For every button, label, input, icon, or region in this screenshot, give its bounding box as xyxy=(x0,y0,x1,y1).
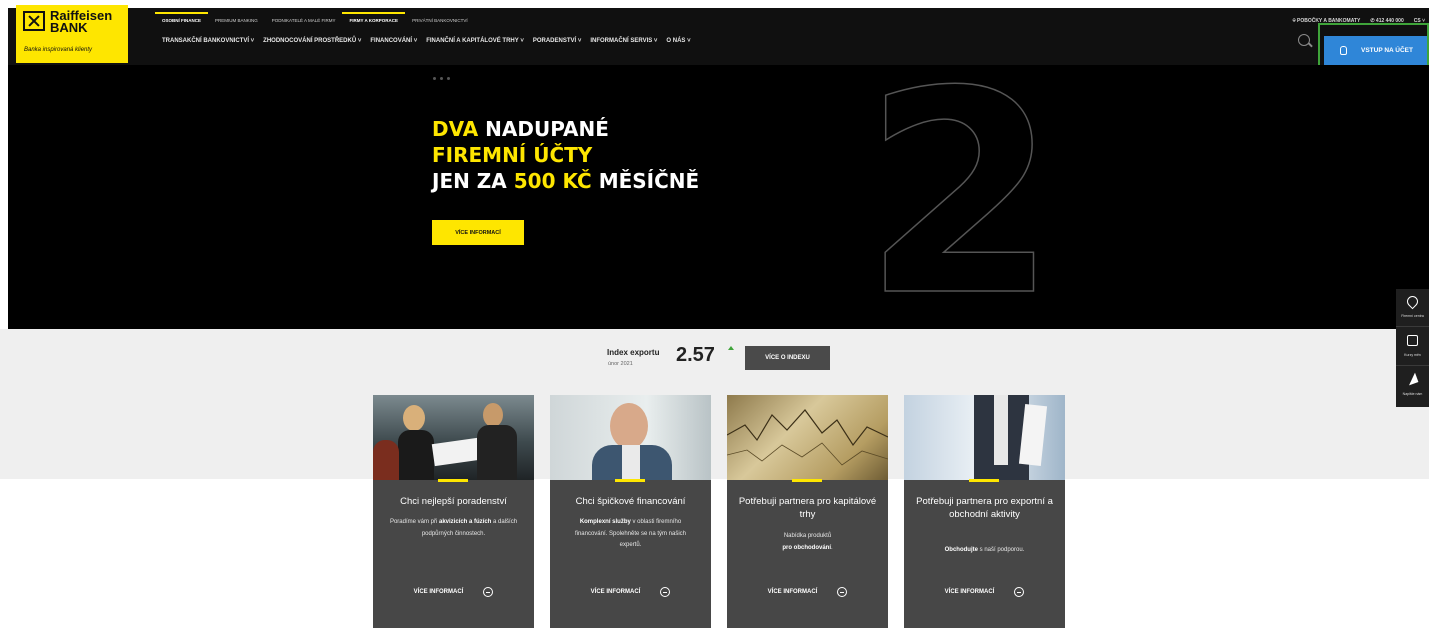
card-more-info-link[interactable]: VÍCE INFORMACÍ xyxy=(904,587,1065,597)
card-cta-label: VÍCE INFORMACÍ xyxy=(944,589,995,595)
card-accent-bar xyxy=(615,479,645,482)
card-cta-label: VÍCE INFORMACÍ xyxy=(767,589,818,595)
card-title: Potřebuji partnera pro kapitálové trhy xyxy=(738,496,877,520)
branches-link[interactable]: ⌾ POBOČKY A BANKOMATY xyxy=(1293,18,1361,24)
trend-up-icon xyxy=(728,346,734,350)
arrow-right-circle-icon xyxy=(837,587,848,597)
index-date: únor 2021 xyxy=(608,361,633,367)
main-nav-advisory[interactable]: PORADENSTVÍ ˅ xyxy=(533,38,582,44)
hero-line-accounts: FIREMNÍ ÚČTY xyxy=(432,143,593,167)
language-selector[interactable]: CS ˅ xyxy=(1414,18,1425,24)
top-nav-personal[interactable]: OSOBNÍ FINANCE xyxy=(155,12,209,27)
hero-numeral: 2 xyxy=(862,65,1058,329)
hero-more-info-button[interactable]: VÍCE INFORMACÍ xyxy=(432,220,524,245)
index-more-button[interactable]: VÍCE O INDEXU xyxy=(745,346,830,370)
card-title: Potřebuji partnera pro exportní a obchod… xyxy=(916,496,1053,520)
side-link-branches[interactable]: Firemní centra xyxy=(1396,289,1429,327)
hero-price: 500 KČ xyxy=(513,169,592,193)
side-link-label: Firemní centra xyxy=(1401,314,1424,318)
login-button[interactable]: VSTUP NA ÚČET xyxy=(1324,36,1429,65)
logo-tagline: Banka inspirovaná klienty xyxy=(24,47,93,53)
card-more-info-link[interactable]: VÍCE INFORMACÍ xyxy=(550,587,711,597)
card-more-info-link[interactable]: VÍCE INFORMACÍ xyxy=(727,587,888,597)
stock-chart-icon xyxy=(727,409,888,466)
hero-banner: 2 DVA NADUPANÉ FIREMNÍ ÚČTY JEN ZA 500 K… xyxy=(8,65,1429,329)
side-link-rates[interactable]: Kurzy měn xyxy=(1396,328,1429,366)
side-quick-links: Firemní centra Kurzy měn Napište nám xyxy=(1396,289,1429,407)
arrow-right-circle-icon xyxy=(660,587,671,597)
index-label: Index exportu xyxy=(607,348,660,357)
card-advisory[interactable]: Chci nejlepší poradenství Poradíme vám p… xyxy=(373,395,534,628)
hero-word-jen-za: JEN ZA xyxy=(432,169,514,193)
arrow-right-circle-icon xyxy=(483,587,494,597)
utility-bar: ⌾ POBOČKY A BANKOMATY ✆ 412 440 000 CS ˅ xyxy=(1293,18,1425,24)
card-title: Chci špičkové financování xyxy=(575,496,686,507)
logo-wordmark: Raiffeisen BANK xyxy=(50,9,112,35)
hero-word-nadupane: NADUPANÉ xyxy=(478,117,609,141)
main-nav-investment[interactable]: ZHODNOCOVÁNÍ PROSTŘEDKŮ ˅ xyxy=(263,38,361,44)
card-accent-bar xyxy=(969,479,999,482)
send-icon xyxy=(1405,372,1419,386)
hero-headline: DVA NADUPANÉ FIREMNÍ ÚČTY JEN ZA 500 KČ … xyxy=(432,116,699,194)
card-financing[interactable]: Chci špičkové financování Komplexní služ… xyxy=(550,395,711,628)
phone-link[interactable]: ✆ 412 440 000 xyxy=(1370,18,1403,24)
main-nav-transaction[interactable]: TRANSAKČNÍ BANKOVNICTVÍ ˅ xyxy=(162,38,254,44)
card-title: Chci nejlepší poradenství xyxy=(400,496,507,507)
branches-label: POBOČKY A BANKOMATY xyxy=(1296,18,1361,24)
main-nav-about[interactable]: O NÁS ˅ xyxy=(666,38,690,44)
arrow-right-circle-icon xyxy=(1014,587,1025,597)
hero-word-dva: DVA xyxy=(432,117,479,141)
card-cta-label: VÍCE INFORMACÍ xyxy=(413,589,464,595)
card-image-businessman xyxy=(550,395,711,480)
card-image-stock-chart xyxy=(727,395,888,480)
card-image-business-suit xyxy=(904,395,1065,480)
top-nav-private[interactable]: PRIVÁTNÍ BANKOVNICTVÍ xyxy=(405,12,475,27)
card-description: Poradíme vám při akvizicích a fúzích a d… xyxy=(389,519,518,537)
card-capital-markets[interactable]: Potřebuji partnera pro kapitálové trhy N… xyxy=(727,395,888,628)
side-link-contact[interactable]: Napište nám xyxy=(1396,367,1429,405)
top-nav: OSOBNÍ FINANCE PREMIUM BANKING PODNIKATE… xyxy=(155,12,475,27)
hero-word-mesicne: MĚSÍČNĚ xyxy=(591,169,700,193)
card-cta-label: VÍCE INFORMACÍ xyxy=(590,589,641,595)
login-label: VSTUP NA ÚČET xyxy=(1360,47,1413,54)
index-value: 2.57 xyxy=(676,344,715,366)
raiffeisen-cross-icon xyxy=(23,11,45,31)
card-accent-bar xyxy=(438,479,468,482)
search-icon[interactable] xyxy=(1298,34,1310,46)
currency-icon xyxy=(1407,335,1418,346)
carousel-dots[interactable] xyxy=(433,77,450,80)
lock-icon xyxy=(1339,46,1347,55)
side-link-label: Kurzy měn xyxy=(1404,353,1421,357)
main-nav: TRANSAKČNÍ BANKOVNICTVÍ ˅ ZHODNOCOVÁNÍ P… xyxy=(162,38,691,44)
map-pin-icon xyxy=(1404,293,1421,310)
main-nav-markets[interactable]: FINANČNÍ A KAPITÁLOVÉ TRHY ˅ xyxy=(426,38,524,44)
top-nav-corporate[interactable]: FIRMY A KORPORACE xyxy=(342,12,406,27)
side-link-label: Napište nám xyxy=(1402,392,1423,396)
card-export[interactable]: Potřebuji partnera pro exportní a obchod… xyxy=(904,395,1065,628)
card-accent-bar xyxy=(792,479,822,482)
card-description: Obchodujte s naší podporou. xyxy=(944,547,1025,553)
card-description: Nabídka produktů pro obchodování. xyxy=(782,533,833,551)
top-nav-premium[interactable]: PREMIUM BANKING xyxy=(208,12,265,27)
card-description: Komplexní služby v oblasti firemního fin… xyxy=(574,519,687,548)
top-nav-small-business[interactable]: PODNIKATELÉ A MALÉ FIRMY xyxy=(265,12,343,27)
phone-number: 412 440 000 xyxy=(1375,18,1404,24)
logo-name-line2: BANK xyxy=(50,20,88,35)
card-image-meeting xyxy=(373,395,534,480)
main-nav-financing[interactable]: FINANCOVÁNÍ ˅ xyxy=(370,38,417,44)
bank-logo[interactable]: Raiffeisen BANK Banka inspirovaná klient… xyxy=(16,5,128,63)
card-more-info-link[interactable]: VÍCE INFORMACÍ xyxy=(373,587,534,597)
main-nav-info-service[interactable]: INFORMAČNÍ SERVIS ˅ xyxy=(590,38,657,44)
site-header: OSOBNÍ FINANCE PREMIUM BANKING PODNIKATE… xyxy=(8,8,1429,65)
